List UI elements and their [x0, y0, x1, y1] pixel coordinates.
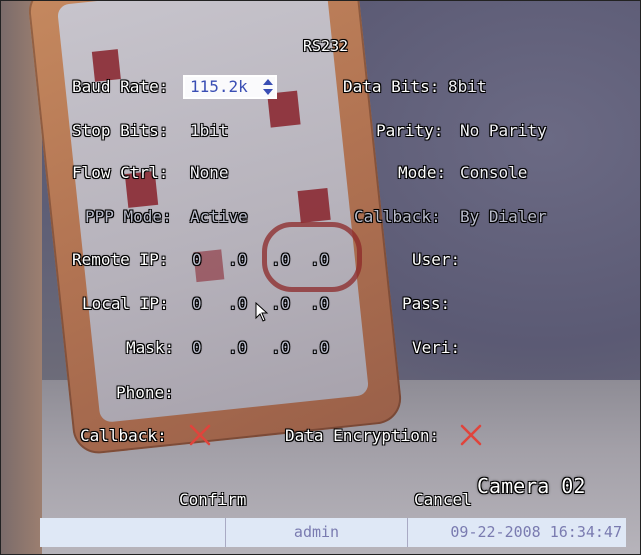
data-bits-value[interactable]: 8bit: [448, 77, 487, 97]
mask-label: Mask:: [126, 338, 175, 357]
veri-label: Veri:: [412, 338, 461, 357]
data-bits-label: Data Bits:: [343, 77, 440, 96]
status-segment-empty: [40, 518, 226, 547]
remote-ip-label: Remote IP:: [72, 250, 169, 269]
phone-label: Phone:: [116, 383, 174, 402]
remote-ip-octet-4[interactable]: .0: [310, 250, 329, 270]
callback-type-label: Callback:: [354, 207, 441, 226]
flow-ctrl-value[interactable]: None: [190, 163, 229, 183]
ppp-mode-label: PPP Mode:: [85, 207, 172, 226]
spinner-arrows-icon[interactable]: [262, 78, 274, 96]
remote-ip-octet-3[interactable]: .0: [271, 250, 290, 270]
local-ip-octet-3[interactable]: .0: [271, 294, 290, 314]
mask-octet-1[interactable]: 0: [192, 338, 202, 358]
remote-ip-octet-1[interactable]: 0: [192, 250, 202, 270]
page-title: RS232: [303, 37, 349, 55]
flow-ctrl-label: Flow Ctrl:: [72, 163, 169, 182]
local-ip-octet-4[interactable]: .0: [310, 294, 329, 314]
local-ip-label: Local IP:: [82, 294, 169, 313]
stop-bits-value[interactable]: 1bit: [190, 121, 229, 141]
remote-ip-octet-2[interactable]: .0: [228, 250, 247, 270]
local-ip-octet-2[interactable]: .0: [228, 294, 247, 314]
local-ip-octet-1[interactable]: 0: [192, 294, 202, 314]
mask-octet-4[interactable]: .0: [310, 338, 329, 358]
mask-octet-3[interactable]: .0: [271, 338, 290, 358]
confirm-button[interactable]: Confirm: [179, 490, 246, 510]
mouse-cursor-icon: [255, 302, 269, 322]
parity-value[interactable]: No Parity: [460, 121, 547, 141]
status-user: admin: [226, 518, 408, 547]
mode-label: Mode:: [398, 163, 447, 182]
mask-octet-2[interactable]: .0: [228, 338, 247, 358]
pass-label: Pass:: [402, 294, 451, 313]
callback-type-value: By Dialer: [460, 207, 547, 226]
ppp-mode-value: Active: [190, 207, 248, 226]
cancel-button[interactable]: Cancel: [414, 490, 472, 510]
baud-rate-label: Baud Rate:: [72, 77, 169, 96]
parity-label: Parity:: [376, 121, 444, 140]
x-mark-icon[interactable]: [188, 423, 212, 447]
stop-bits-label: Stop Bits:: [72, 121, 169, 140]
baud-rate-value: 115.2k: [190, 77, 248, 96]
status-datetime: 09-22-2008 16:34:47: [408, 518, 626, 547]
data-encryption-label: Data Encryption:: [285, 426, 440, 445]
user-label: User:: [412, 250, 461, 269]
camera-name-overlay: Camera 02: [477, 474, 586, 498]
dvr-screen: RS232 Baud Rate: 115.2k Data Bits: 8bit …: [0, 0, 641, 555]
scene-calendar-cell: [297, 187, 331, 223]
callback-checkbox-label: Callback:: [80, 426, 167, 445]
mode-value[interactable]: Console: [460, 163, 527, 183]
x-mark-icon[interactable]: [459, 423, 483, 447]
